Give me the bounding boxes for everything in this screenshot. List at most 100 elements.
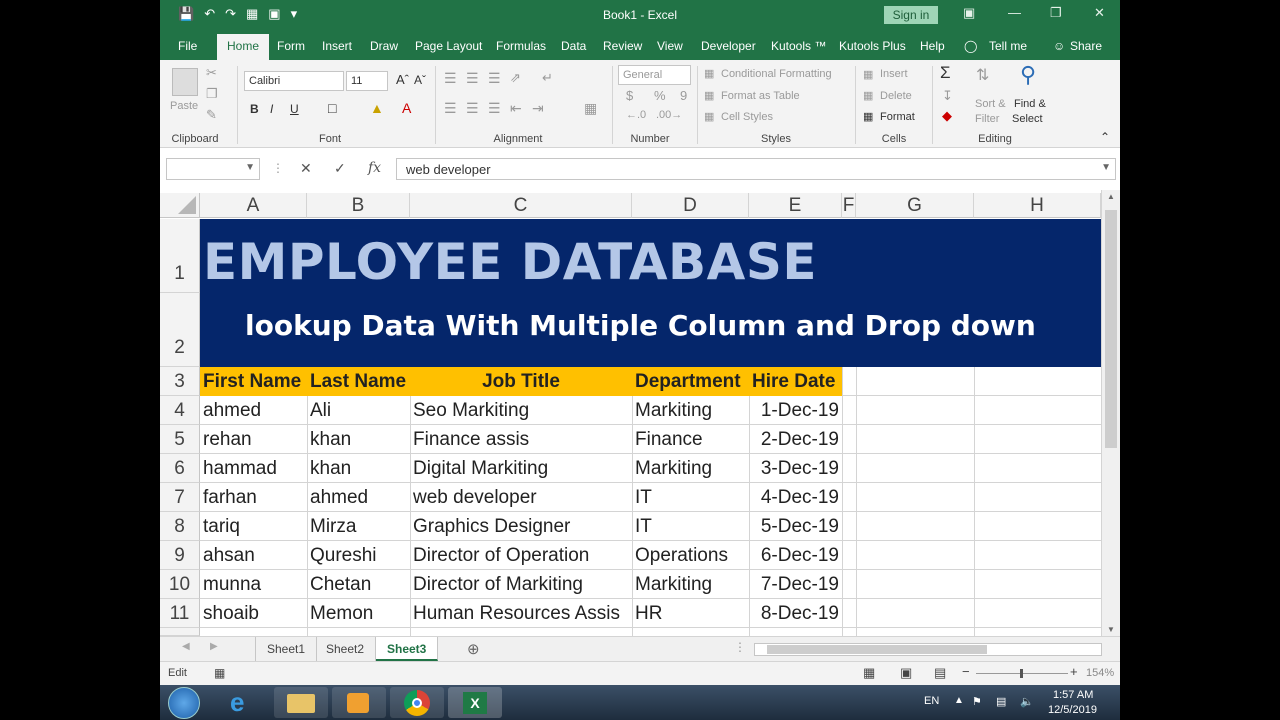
- tab-help[interactable]: Help: [920, 39, 945, 53]
- macro-record-icon[interactable]: ▦: [214, 666, 225, 680]
- cell-first-name[interactable]: shoaib: [200, 599, 307, 628]
- cell-hire-date[interactable]: 6-Dec-19: [749, 541, 842, 570]
- merge-center-icon[interactable]: ▦: [584, 100, 597, 117]
- find-select-label-2[interactable]: Select: [1012, 113, 1043, 125]
- row-header-6[interactable]: 6: [160, 454, 200, 483]
- cell-department[interactable]: Finance: [632, 425, 749, 454]
- scroll-down-icon[interactable]: ▼: [1107, 625, 1115, 634]
- cell-first-name[interactable]: tariq: [200, 512, 307, 541]
- format-as-table-button[interactable]: Format as Table: [721, 90, 800, 102]
- cell-first-name[interactable]: rehan: [200, 425, 307, 454]
- sort-filter-label-1[interactable]: Sort &: [975, 98, 1006, 110]
- sort-filter-label-2[interactable]: Filter: [975, 113, 999, 125]
- decrease-decimal-icon[interactable]: .00→: [656, 109, 682, 121]
- excel-taskbar-icon[interactable]: X: [448, 687, 502, 718]
- italic-button[interactable]: I: [270, 102, 273, 116]
- tab-data[interactable]: Data: [561, 39, 586, 53]
- cell-job-title[interactable]: Director of Operation: [410, 541, 632, 570]
- cell-department[interactable]: Markiting: [632, 570, 749, 599]
- column-header-a[interactable]: A: [200, 193, 307, 218]
- number-format-select[interactable]: General: [618, 65, 691, 85]
- vertical-scroll-thumb[interactable]: [1105, 210, 1117, 448]
- tab-draw[interactable]: Draw: [370, 39, 398, 53]
- media-player-icon[interactable]: [332, 687, 386, 718]
- find-select-icon[interactable]: ⚲: [1020, 62, 1036, 88]
- clock-time[interactable]: 1:57 AM: [1053, 689, 1093, 701]
- column-header-d[interactable]: D: [632, 193, 749, 218]
- cell-hire-date[interactable]: 5-Dec-19: [749, 512, 842, 541]
- increase-indent-icon[interactable]: ⇥: [532, 100, 544, 117]
- restore-icon[interactable]: ❐: [1050, 5, 1062, 21]
- row-header-12[interactable]: [160, 628, 200, 636]
- format-painter-icon[interactable]: ✎: [206, 107, 217, 123]
- paste-icon[interactable]: [172, 68, 198, 96]
- tell-me-search[interactable]: Tell me: [989, 39, 1027, 53]
- underline-button[interactable]: U: [290, 102, 299, 116]
- cell-department[interactable]: HR: [632, 599, 749, 628]
- column-header-c[interactable]: C: [410, 193, 632, 218]
- cell-last-name[interactable]: Memon: [307, 599, 410, 628]
- action-center-flag-icon[interactable]: ⚑: [972, 695, 982, 708]
- drag-handle-icon[interactable]: ⋮: [272, 161, 284, 175]
- vertical-scrollbar[interactable]: ▲ ▼: [1101, 190, 1120, 636]
- cell-job-title[interactable]: Seo Markiting: [410, 396, 632, 425]
- cell-job-title[interactable]: Finance assis: [410, 425, 632, 454]
- tab-home[interactable]: Home: [217, 34, 270, 60]
- zoom-out-icon[interactable]: −: [962, 664, 970, 679]
- minimize-icon[interactable]: —: [1008, 5, 1021, 20]
- cell-hire-date[interactable]: 4-Dec-19: [749, 483, 842, 512]
- autosum-icon[interactable]: Σ: [940, 63, 951, 83]
- cell-styles-button[interactable]: Cell Styles: [721, 111, 773, 123]
- cell-hire-date[interactable]: 2-Dec-19: [749, 425, 842, 454]
- fill-color-icon[interactable]: ▲: [370, 100, 384, 116]
- font-name-select[interactable]: Calibri: [244, 71, 344, 91]
- cell-last-name[interactable]: khan: [307, 454, 410, 483]
- zoom-in-icon[interactable]: +: [1070, 664, 1078, 679]
- tab-form[interactable]: Form: [277, 39, 305, 53]
- cell-department[interactable]: IT: [632, 483, 749, 512]
- clear-icon[interactable]: ◆: [942, 108, 952, 124]
- cell-last-name[interactable]: Mirza: [307, 512, 410, 541]
- name-box[interactable]: ▼: [166, 158, 260, 180]
- chevron-down-icon[interactable]: ▼: [245, 162, 255, 173]
- find-select-label-1[interactable]: Find &: [1014, 98, 1046, 110]
- tab-sheet1[interactable]: Sheet1: [255, 637, 318, 661]
- sort-filter-icon[interactable]: ⇅: [976, 65, 989, 85]
- tab-file[interactable]: File: [178, 39, 197, 53]
- network-icon[interactable]: ▤: [996, 695, 1006, 708]
- chrome-icon[interactable]: [390, 687, 444, 718]
- cell-last-name[interactable]: Ali: [307, 396, 410, 425]
- align-center-icon[interactable]: ☰: [466, 100, 479, 117]
- row-header-3[interactable]: 3: [160, 367, 200, 396]
- delete-cells-button[interactable]: Delete: [880, 90, 912, 102]
- conditional-formatting-button[interactable]: Conditional Formatting: [721, 68, 832, 80]
- cell-department[interactable]: Operations: [632, 541, 749, 570]
- font-size-select[interactable]: 11: [346, 71, 388, 91]
- decrease-font-icon[interactable]: Aˇ: [414, 73, 426, 87]
- tab-sheet3[interactable]: Sheet3: [376, 637, 439, 661]
- cell-first-name[interactable]: ahmed: [200, 396, 307, 425]
- row-header-4[interactable]: 4: [160, 396, 200, 425]
- tab-developer[interactable]: Developer: [701, 39, 756, 53]
- sign-in-button[interactable]: Sign in: [884, 6, 938, 24]
- worksheet-grid[interactable]: A B C D E F G H 1 2 3 4 5 6 7 8 9 10 11: [160, 190, 1120, 636]
- paste-button[interactable]: Paste: [170, 100, 198, 112]
- enter-icon[interactable]: ✓: [334, 160, 346, 177]
- row-header-1[interactable]: 1: [160, 219, 200, 293]
- cell-hire-date[interactable]: 7-Dec-19: [749, 570, 842, 599]
- cell-first-name[interactable]: munna: [200, 570, 307, 599]
- prev-sheet-icon[interactable]: ◀: [182, 641, 190, 652]
- row-header-7[interactable]: 7: [160, 483, 200, 512]
- page-layout-view-icon[interactable]: ▣: [900, 665, 912, 681]
- zoom-slider-handle[interactable]: [1020, 669, 1023, 678]
- column-header-g[interactable]: G: [856, 193, 974, 218]
- cell-first-name[interactable]: ahsan: [200, 541, 307, 570]
- cell-department[interactable]: Markiting: [632, 454, 749, 483]
- cut-icon[interactable]: ✂: [206, 65, 217, 81]
- tab-formulas[interactable]: Formulas: [496, 39, 546, 53]
- tab-page-layout[interactable]: Page Layout: [415, 39, 482, 53]
- row-header-2[interactable]: 2: [160, 293, 200, 367]
- align-right-icon[interactable]: ☰: [488, 100, 501, 117]
- row-header-8[interactable]: 8: [160, 512, 200, 541]
- format-cells-button[interactable]: Format: [880, 111, 915, 123]
